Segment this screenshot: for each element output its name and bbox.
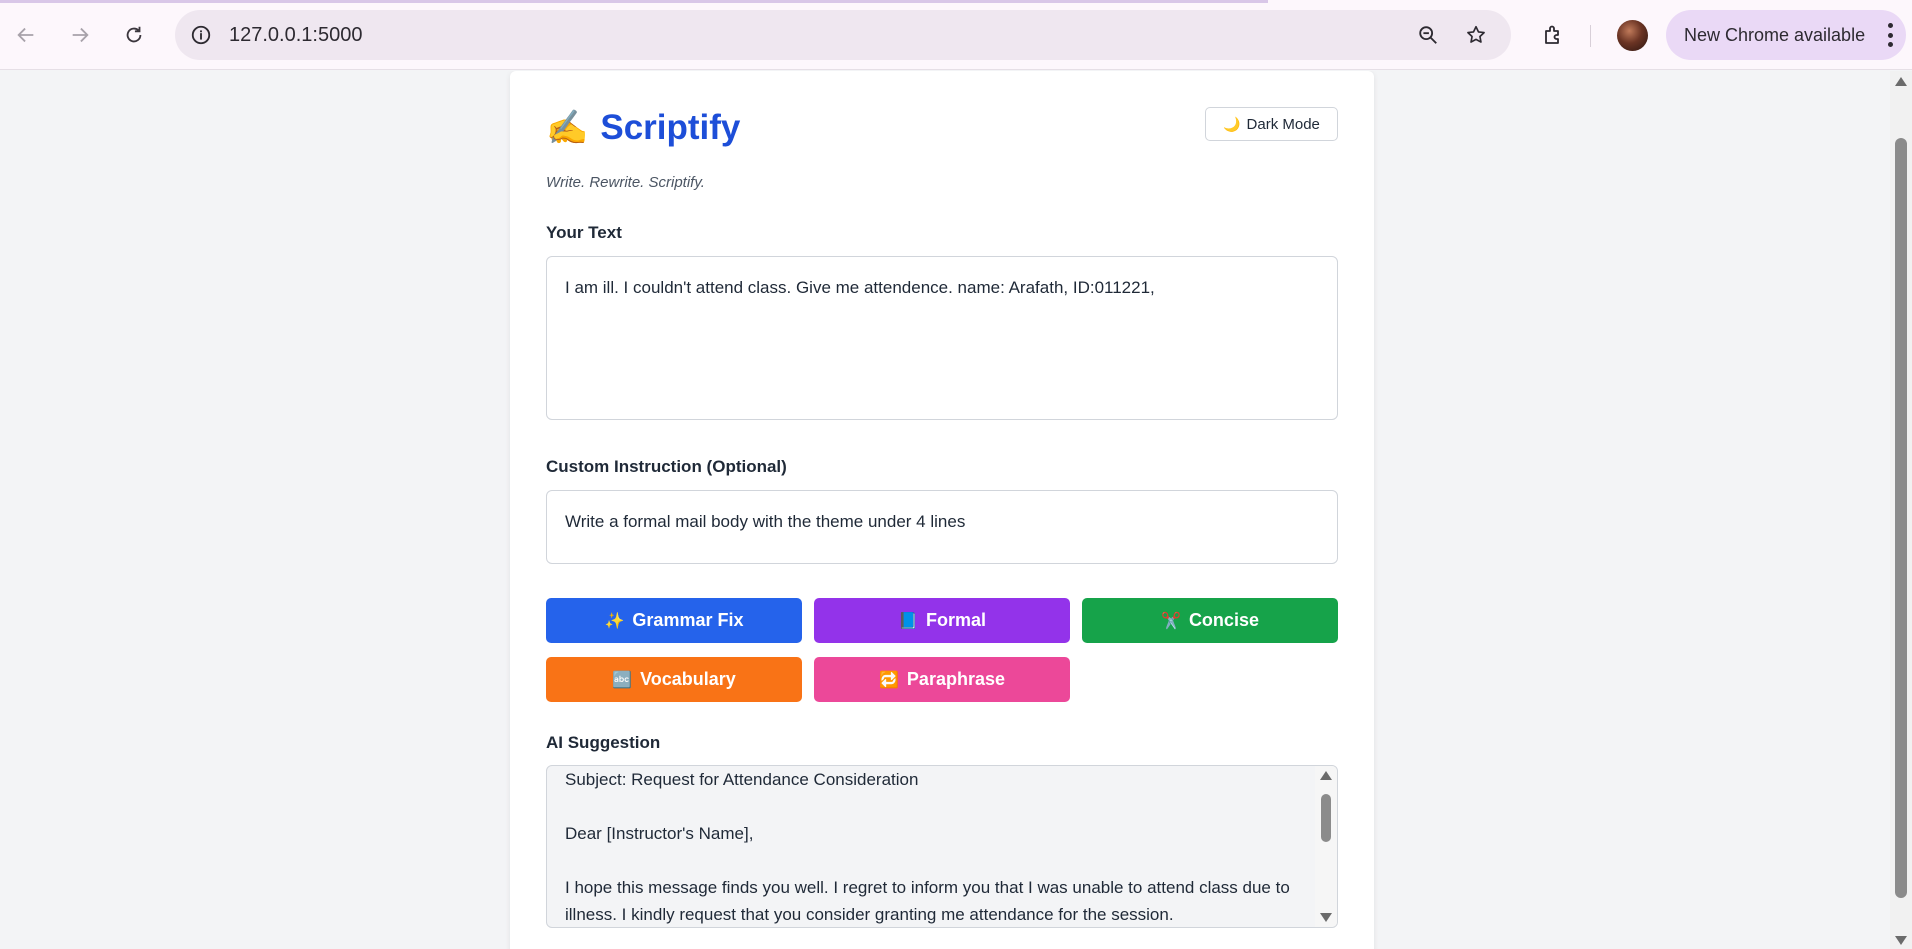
page-viewport: ✍️ Scriptify 🌙 Dark Mode Write. Rewrite.… [0, 71, 1890, 949]
formal-label: Formal [925, 610, 986, 630]
moon-icon: 🌙 [1223, 115, 1241, 132]
scroll-down-icon[interactable] [1320, 913, 1332, 922]
scroll-up-icon[interactable] [1895, 77, 1907, 86]
suggestion-line: I hope this message finds you well. I re… [565, 878, 1290, 924]
more-menu-icon[interactable] [1886, 23, 1894, 47]
reload-button[interactable] [116, 17, 152, 53]
concise-label: Concise [1188, 610, 1259, 630]
text-input[interactable]: I am ill. I couldn't attend class. Give … [546, 256, 1338, 420]
suggestion-line: Subject: Request for Attendance Consider… [565, 770, 919, 789]
ai-suggestion-output[interactable]: Subject: Request for Attendance Consider… [546, 765, 1338, 928]
formal-button[interactable]: 📘 Formal [814, 598, 1070, 643]
writing-hand-icon: ✍️ [546, 109, 589, 147]
instruction-label: Custom Instruction (Optional) [546, 457, 787, 476]
app-title: Scriptify [600, 108, 741, 147]
arrow-left-icon [17, 27, 34, 43]
paraphrase-button[interactable]: 🔁 Paraphrase [814, 657, 1070, 702]
page-scrollbar[interactable] [1890, 71, 1912, 949]
app-card: ✍️ Scriptify 🌙 Dark Mode Write. Rewrite.… [510, 71, 1374, 949]
abc-icon: 🔤 [612, 671, 633, 689]
url-text[interactable]: 127.0.0.1:5000 [229, 10, 362, 60]
dark-mode-toggle[interactable]: 🌙 Dark Mode [1205, 107, 1338, 141]
scroll-thumb[interactable] [1321, 794, 1331, 842]
scroll-thumb[interactable] [1895, 138, 1907, 898]
arrow-right-icon [72, 27, 89, 43]
site-info-icon[interactable] [183, 17, 219, 53]
extensions-icon[interactable] [1535, 17, 1571, 53]
instruction-input[interactable]: Write a formal mail body with the theme … [546, 490, 1338, 564]
vocabulary-label: Vocabulary [640, 669, 736, 689]
paraphrase-label: Paraphrase [906, 669, 1005, 689]
grammar-fix-label: Grammar Fix [632, 610, 744, 630]
blue-book-icon: 📘 [898, 612, 918, 630]
suggestion-scrollbar[interactable] [1315, 766, 1337, 927]
bookmark-star-icon[interactable] [1460, 19, 1492, 51]
toolbar-divider [1590, 25, 1591, 47]
concise-button[interactable]: ✂️ Concise [1082, 598, 1338, 643]
vocabulary-button[interactable]: 🔤 Vocabulary [546, 657, 802, 702]
suggestion-line: Dear [Instructor's Name], [565, 824, 754, 843]
profile-avatar[interactable] [1617, 20, 1648, 51]
input-label: Your Text [546, 223, 622, 242]
dark-mode-label: Dark Mode [1246, 115, 1320, 133]
app-tagline: Write. Rewrite. Scriptify. [546, 174, 705, 191]
sparkles-icon: ✨ [604, 612, 625, 630]
suggestion-label: AI Suggestion [546, 733, 661, 752]
update-chrome-button[interactable]: New Chrome available [1666, 10, 1906, 60]
scroll-down-icon[interactable] [1895, 936, 1907, 945]
page-load-progress [0, 0, 1268, 3]
scissors-icon: ✂️ [1161, 612, 1181, 630]
zoom-icon[interactable] [1412, 19, 1444, 51]
grammar-fix-button[interactable]: ✨ Grammar Fix [546, 598, 802, 643]
suggestion-text: Subject: Request for Attendance Consider… [565, 766, 1305, 927]
back-button[interactable] [8, 17, 44, 53]
update-label: New Chrome available [1684, 25, 1866, 45]
forward-button[interactable] [62, 17, 98, 53]
reload-icon [126, 26, 142, 43]
scroll-up-icon[interactable] [1320, 771, 1332, 780]
address-bar[interactable]: 127.0.0.1:5000 [175, 10, 1511, 60]
browser-toolbar: 127.0.0.1:5000 New Chrome available [0, 0, 1912, 70]
repeat-icon: 🔁 [879, 671, 899, 689]
app-header: ✍️ Scriptify [546, 105, 740, 151]
